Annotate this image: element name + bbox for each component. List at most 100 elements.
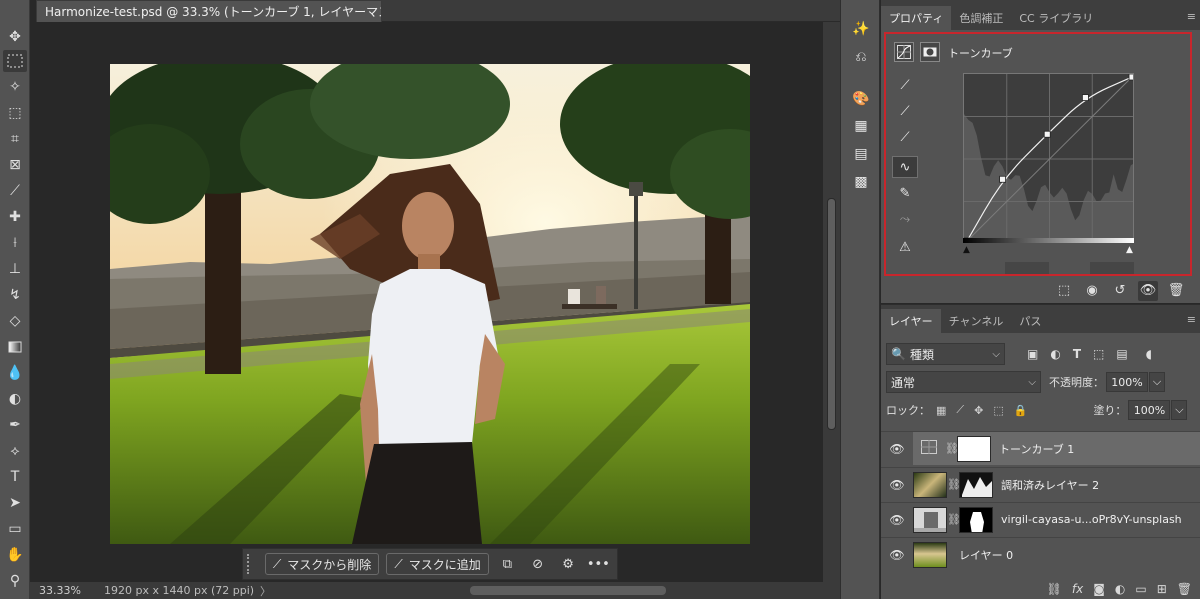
input-value-field[interactable] — [1005, 262, 1049, 274]
type-tool-icon[interactable]: T — [3, 466, 27, 488]
invert-mask-icon[interactable]: ⊘ — [526, 553, 549, 575]
pen-tool-icon[interactable]: ✒ — [3, 414, 27, 436]
horizontal-scroll-thumb[interactable] — [470, 586, 666, 595]
filter-type-icon[interactable]: T — [1073, 347, 1081, 361]
add-mask-icon[interactable]: ◙ — [1093, 582, 1105, 596]
curve-point[interactable] — [1128, 74, 1134, 81]
layer-row-background[interactable]: 👁 レイヤー 0 — [881, 537, 1200, 571]
zoom-tool-icon[interactable]: ⚲ — [3, 570, 27, 592]
curves-graph[interactable] — [963, 73, 1134, 243]
layer-style-icon[interactable]: fx — [1072, 582, 1083, 596]
curve-point[interactable] — [1082, 94, 1089, 101]
status-menu-arrow-icon[interactable]: 〉 — [260, 583, 280, 599]
layer-filter-select[interactable]: 🔍 種類 ⌵ — [886, 343, 1005, 365]
link-icon[interactable]: ⛓ — [947, 478, 961, 491]
properties-menu-icon[interactable]: ≡ — [1187, 10, 1196, 23]
filter-adjustment-icon[interactable]: ◐ — [1050, 347, 1060, 361]
tab-cc-libraries[interactable]: CC ライブラリ — [1011, 6, 1101, 30]
new-adjustment-icon[interactable]: ◐ — [1115, 582, 1125, 596]
tab-properties[interactable]: プロパティ — [881, 6, 952, 30]
filter-smart-object-icon[interactable]: ▤ — [1116, 347, 1127, 361]
filter-toggle-icon[interactable]: ◖ — [1146, 347, 1152, 361]
history-icon[interactable]: ⎌ — [849, 46, 873, 68]
layer-mask-thumbnail[interactable] — [959, 471, 993, 498]
gradient-tool-icon[interactable] — [3, 336, 27, 358]
blend-mode-select[interactable]: 通常 ⌵ — [886, 371, 1041, 393]
eye-icon[interactable]: 👁 — [881, 442, 913, 456]
lock-artboard-icon[interactable]: ⬚ — [993, 404, 1003, 417]
layer-mask-thumbnail[interactable] — [957, 435, 991, 462]
path-selection-tool-icon[interactable]: ➤ — [3, 492, 27, 514]
white-input-slider-icon[interactable]: ▲ — [1126, 245, 1133, 255]
tab-paths[interactable]: パス — [1011, 309, 1049, 333]
spot-healing-tool-icon[interactable]: ✚ — [3, 206, 27, 228]
clipping-warning-icon[interactable]: ⚠ — [892, 236, 918, 258]
link-layers-icon[interactable]: ⛓ — [1047, 582, 1062, 596]
black-input-slider-icon[interactable]: ▲ — [963, 245, 970, 255]
view-previous-state-icon[interactable]: ◉ — [1082, 281, 1102, 301]
layer-row-curves[interactable]: ⛓ トーンカーブ 1 — [913, 431, 1200, 465]
filter-shape-icon[interactable]: ⬚ — [1093, 347, 1104, 361]
vertical-scrollbar[interactable] — [823, 22, 840, 582]
color-palette-icon[interactable]: 🎨 — [849, 88, 873, 110]
brush-tool-icon[interactable]: ⟊ — [3, 232, 27, 254]
white-point-eyedropper-icon[interactable]: ⟋ — [892, 126, 918, 148]
quick-selection-tool-icon[interactable]: ⬚ — [3, 102, 27, 124]
layer-row-harmonized[interactable]: 👁 ⛓ 調和済みレイヤー 2 — [881, 467, 1200, 501]
output-value-field[interactable] — [1090, 262, 1134, 274]
link-icon[interactable]: ⛓ — [947, 513, 961, 526]
filter-pixel-icon[interactable]: ▣ — [1027, 347, 1038, 361]
rectangle-tool-icon[interactable]: ▭ — [3, 518, 27, 540]
tab-channels[interactable]: チャンネル — [941, 309, 1012, 333]
eyedropper-tool-icon[interactable]: ⟋ — [3, 180, 27, 202]
fill-input[interactable]: 100% — [1128, 400, 1171, 420]
move-tool-icon[interactable]: ✥ — [3, 26, 27, 48]
more-options-icon[interactable]: ••• — [587, 553, 610, 575]
lock-all-icon[interactable]: 🔒 — [1014, 404, 1028, 417]
lock-transparent-icon[interactable]: ▦ — [936, 404, 946, 417]
hand-tool-icon[interactable]: ✋ — [3, 544, 27, 566]
mask-settings-icon[interactable]: ⚙ — [556, 553, 579, 575]
patterns-icon[interactable]: ▩ — [849, 171, 873, 193]
blur-tool-icon[interactable]: 💧 — [3, 362, 27, 384]
link-icon[interactable]: ⛓ — [945, 442, 959, 455]
black-point-eyedropper-icon[interactable]: ⟋ — [892, 74, 918, 96]
curve-point[interactable] — [999, 175, 1006, 183]
reset-adjustment-icon[interactable]: ↺ — [1110, 281, 1130, 301]
object-selection-tool-icon[interactable]: ✧ — [3, 76, 27, 98]
subtract-from-mask-button[interactable]: ⟋ マスクから削除 — [264, 553, 380, 575]
document-image[interactable] — [110, 64, 750, 544]
delete-adjustment-icon[interactable]: 🗑 — [1166, 281, 1186, 301]
zoom-level[interactable]: 33.33% — [30, 584, 100, 597]
swatches-grid-icon[interactable]: ▦ — [849, 115, 873, 137]
add-to-mask-button[interactable]: ⟋ マスクに追加 — [386, 553, 489, 575]
visibility-toggle-curves[interactable]: 👁 — [881, 431, 913, 465]
lock-image-icon[interactable]: ⟋ — [956, 403, 964, 417]
frame-tool-icon[interactable]: ⊠ — [3, 154, 27, 176]
curves-adjustment-icon[interactable] — [894, 42, 914, 62]
delete-layer-icon[interactable]: 🗑 — [1177, 582, 1192, 596]
curve-point[interactable] — [1043, 130, 1051, 138]
tab-adjustments[interactable]: 色調補正 — [951, 6, 1011, 30]
curve-points-icon[interactable]: ∿ — [892, 156, 918, 178]
clone-stamp-tool-icon[interactable]: ⊥ — [3, 258, 27, 280]
tab-layers[interactable]: レイヤー — [881, 309, 941, 333]
layers-menu-icon[interactable]: ≡ — [1187, 313, 1196, 326]
smooth-curve-icon[interactable]: ⤳ — [892, 208, 918, 230]
clip-to-layer-icon[interactable]: ⬚ — [1054, 281, 1074, 301]
crop-tool-icon[interactable]: ⌗ — [3, 128, 27, 150]
gray-point-eyedropper-icon[interactable]: ⟋ — [892, 100, 918, 122]
eye-icon[interactable]: 👁 — [881, 548, 913, 562]
toggle-visibility-icon[interactable]: 👁 — [1138, 280, 1158, 301]
history-brush-tool-icon[interactable]: ↯ — [3, 284, 27, 306]
opacity-chevron-icon[interactable]: ⌵ — [1149, 372, 1165, 392]
opacity-input[interactable]: 100% — [1106, 372, 1148, 392]
pencil-draw-icon[interactable]: ✎ — [892, 182, 918, 204]
lock-position-icon[interactable]: ✥ — [974, 404, 983, 417]
vertical-scroll-thumb[interactable] — [827, 198, 836, 430]
dodge-tool-icon[interactable]: ◐ — [3, 388, 27, 410]
mask-refine-icon[interactable]: ⧉ — [496, 553, 519, 575]
marquee-tool-icon[interactable] — [3, 50, 27, 72]
new-layer-icon[interactable]: ⊞ — [1157, 582, 1167, 596]
eye-icon[interactable]: 👁 — [881, 478, 913, 492]
